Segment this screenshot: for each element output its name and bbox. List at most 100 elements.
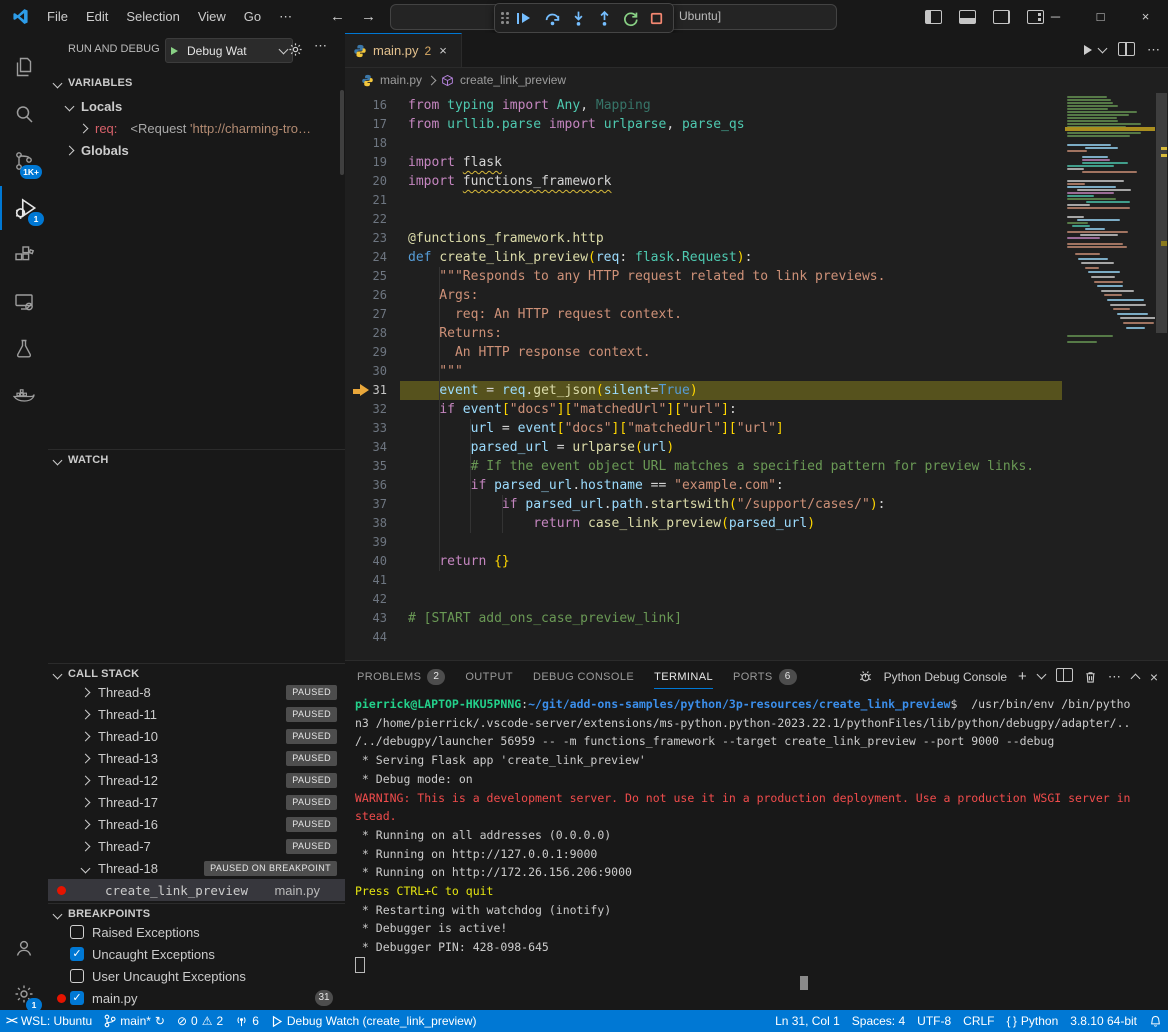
- menu-[interactable]: ⋯: [270, 6, 301, 28]
- line-number[interactable]: 30: [345, 362, 387, 381]
- back-arrow-icon[interactable]: ←: [330, 8, 345, 25]
- menu-edit[interactable]: Edit: [77, 6, 117, 28]
- code-line[interactable]: 40 return {}: [345, 552, 1168, 571]
- code-line[interactable]: 39: [345, 533, 1168, 552]
- language-mode[interactable]: { }Python: [1001, 1010, 1065, 1032]
- cursor-position[interactable]: Ln 31, Col 1: [769, 1010, 846, 1032]
- code-line[interactable]: 28 Returns:: [345, 324, 1168, 343]
- views-more-actions-icon[interactable]: ⋯: [314, 38, 327, 54]
- ports-status[interactable]: 6: [229, 1010, 265, 1032]
- code-editor[interactable]: 16from typing import Any, Mapping17from …: [345, 93, 1168, 660]
- variables-section-header[interactable]: VARIABLES: [48, 73, 345, 93]
- minimize-button[interactable]: ─: [1033, 0, 1078, 33]
- code-line[interactable]: 20import functions_framework: [345, 172, 1168, 191]
- call-stack-thread[interactable]: Thread-17PAUSED: [48, 791, 345, 813]
- call-stack-thread[interactable]: Thread-13PAUSED: [48, 747, 345, 769]
- accounts-icon[interactable]: [0, 926, 47, 970]
- call-stack-thread[interactable]: Thread-18PAUSED ON BREAKPOINT: [48, 857, 345, 879]
- toggle-panel-icon[interactable]: [959, 10, 976, 24]
- variables-scope-globals[interactable]: Globals: [48, 139, 345, 161]
- code-line[interactable]: 35 # If the event object URL matches a s…: [345, 457, 1168, 476]
- minimap[interactable]: [1065, 93, 1155, 660]
- line-number[interactable]: 22: [345, 210, 387, 229]
- code-line[interactable]: 38 return case_link_preview(parsed_url): [345, 514, 1168, 533]
- testing-icon[interactable]: [0, 327, 47, 371]
- code-line[interactable]: 37 if parsed_url.path.startswith("/suppo…: [345, 495, 1168, 514]
- explorer-icon[interactable]: [0, 45, 47, 89]
- toggle-secondary-sidebar-icon[interactable]: [993, 10, 1010, 24]
- menu-view[interactable]: View: [189, 6, 235, 28]
- panel-tab-debug-console[interactable]: DEBUG CONSOLE: [533, 661, 634, 692]
- line-number[interactable]: 26: [345, 286, 387, 305]
- docker-icon[interactable]: [0, 374, 47, 418]
- code-line[interactable]: 25 """Responds to any HTTP request relat…: [345, 267, 1168, 286]
- sidebar-scrollbar[interactable]: [340, 90, 344, 175]
- line-number[interactable]: 35: [345, 457, 387, 476]
- breadcrumb[interactable]: main.py create_link_preview: [345, 67, 1168, 93]
- terminal-dropdown-icon[interactable]: [1036, 670, 1046, 680]
- line-number[interactable]: 21: [345, 191, 387, 210]
- code-line[interactable]: 19import flask: [345, 153, 1168, 172]
- tab-main-py[interactable]: main.py 2 ×: [345, 33, 462, 67]
- debug-session-status[interactable]: Debug Watch (create_link_preview): [265, 1010, 483, 1032]
- breakpoint-checkbox[interactable]: [70, 925, 84, 939]
- close-button[interactable]: ×: [1123, 0, 1168, 33]
- menu-file[interactable]: File: [38, 6, 77, 28]
- code-line[interactable]: 44: [345, 628, 1168, 647]
- call-stack-thread[interactable]: Thread-12PAUSED: [48, 769, 345, 791]
- line-number[interactable]: 44: [345, 628, 387, 647]
- code-line[interactable]: 42: [345, 590, 1168, 609]
- line-number[interactable]: 28: [345, 324, 387, 343]
- start-debug-icon[interactable]: [171, 47, 182, 55]
- maximize-panel-icon[interactable]: [1130, 674, 1140, 684]
- code-line[interactable]: 30 """: [345, 362, 1168, 381]
- panel-tab-ports[interactable]: PORTS6: [733, 661, 797, 692]
- editor-scrollbar[interactable]: [1155, 93, 1168, 660]
- line-number[interactable]: 25: [345, 267, 387, 286]
- kill-terminal-icon[interactable]: [1084, 670, 1097, 684]
- line-number[interactable]: 34: [345, 438, 387, 457]
- code-line[interactable]: 16from typing import Any, Mapping: [345, 96, 1168, 115]
- remote-indicator[interactable]: >< WSL: Ubuntu: [0, 1010, 98, 1032]
- code-line[interactable]: 26 Args:: [345, 286, 1168, 305]
- maximize-button[interactable]: □: [1078, 0, 1123, 33]
- code-line[interactable]: 17from urllib.parse import urlparse, par…: [345, 115, 1168, 134]
- line-number[interactable]: 16: [345, 96, 387, 115]
- code-line[interactable]: 41: [345, 571, 1168, 590]
- code-line[interactable]: 43# [START add_ons_case_preview_link]: [345, 609, 1168, 628]
- notifications-bell-icon[interactable]: [1143, 1010, 1168, 1032]
- breakpoint-row[interactable]: Raised Exceptions: [48, 921, 345, 943]
- line-number[interactable]: 18: [345, 134, 387, 153]
- call-stack-thread[interactable]: Thread-16PAUSED: [48, 813, 345, 835]
- menu-selection[interactable]: Selection: [117, 6, 188, 28]
- call-stack-thread[interactable]: Thread-10PAUSED: [48, 725, 345, 747]
- forward-arrow-icon[interactable]: →: [361, 8, 376, 25]
- line-number[interactable]: 38: [345, 514, 387, 533]
- panel-more-actions-icon[interactable]: ⋯: [1108, 669, 1121, 685]
- line-number[interactable]: 29: [345, 343, 387, 362]
- line-number[interactable]: 20: [345, 172, 387, 191]
- drag-grip-icon[interactable]: [501, 12, 509, 24]
- editor-more-actions-icon[interactable]: ⋯: [1147, 42, 1160, 58]
- line-number[interactable]: 40: [345, 552, 387, 571]
- panel-tab-output[interactable]: OUTPUT: [465, 661, 513, 692]
- search-icon[interactable]: [0, 92, 47, 136]
- tab-close-icon[interactable]: ×: [439, 43, 447, 58]
- call-stack-thread[interactable]: Thread-7PAUSED: [48, 835, 345, 857]
- watch-section-header[interactable]: WATCH: [48, 449, 345, 470]
- breakpoint-row[interactable]: User Uncaught Exceptions: [48, 965, 345, 987]
- line-number[interactable]: 19: [345, 153, 387, 172]
- breakpoint-checkbox[interactable]: ✓: [70, 991, 84, 1005]
- python-interpreter[interactable]: 3.8.10 64-bit: [1064, 1010, 1143, 1032]
- code-line[interactable]: 36 if parsed_url.hostname == "example.co…: [345, 476, 1168, 495]
- breakpoint-row[interactable]: ✓Uncaught Exceptions: [48, 943, 345, 965]
- scrollbar-thumb[interactable]: [1156, 93, 1167, 333]
- run-and-debug-icon[interactable]: 1: [0, 186, 49, 230]
- new-terminal-icon[interactable]: +: [1018, 668, 1027, 685]
- code-line[interactable]: 33 url = event["docs"]["matchedUrl"]["ur…: [345, 419, 1168, 438]
- code-line[interactable]: 31 event = req.get_json(silent=True): [345, 381, 1168, 400]
- line-number[interactable]: 37: [345, 495, 387, 514]
- continue-button[interactable]: [515, 7, 537, 29]
- menu-go[interactable]: Go: [235, 6, 270, 28]
- code-line[interactable]: 21: [345, 191, 1168, 210]
